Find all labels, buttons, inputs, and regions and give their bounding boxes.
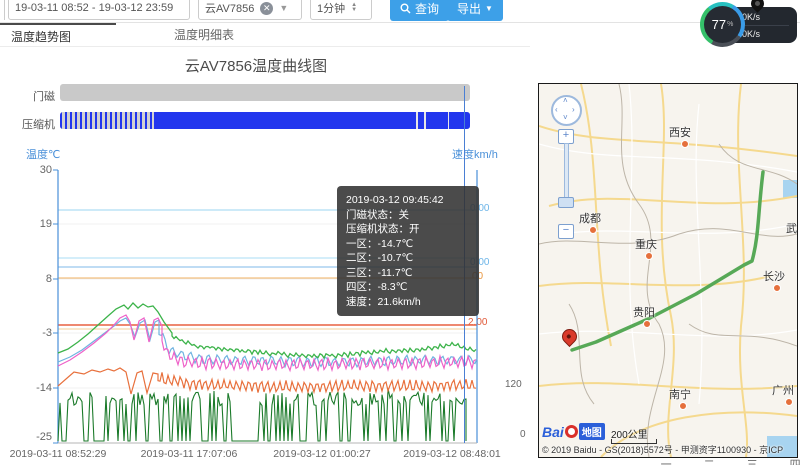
tab-detail-label: 温度明细表 [174, 26, 234, 43]
map-copyright: © 2019 Baidu - GS(2018)5572号 - 甲测资字11009… [542, 443, 798, 456]
chart-legend: 开 关 一区 二区 三区 四区 [562, 456, 800, 465]
tooltip-line: 四区：-8.3℃ [346, 280, 470, 295]
interval-value: 1分钟 [317, 0, 345, 16]
pan-up-icon[interactable]: ˄ [563, 96, 568, 105]
city-dot-icon [643, 320, 651, 328]
city-dot-icon [589, 226, 597, 234]
zoom-slider-handle[interactable] [558, 197, 574, 208]
city-label: 西安 [669, 124, 691, 140]
percent-sign: % [727, 21, 733, 28]
baidu-logo-map-text: 地图 [579, 423, 605, 440]
tooltip-line: 一区：-14.7℃ [346, 237, 470, 252]
zoom-out-button[interactable]: − [558, 224, 574, 239]
legend-item[interactable]: 三区 [734, 456, 761, 465]
tab-detail-table[interactable]: 温度明细表 [148, 23, 260, 46]
baidu-map[interactable]: 西安 成都 重庆 贵阳 长沙 南宁 广州 武 ˄ ˅ ‹ › + − Bai 地… [538, 83, 798, 458]
series-zone1 [58, 368, 476, 394]
tooltip-line: 三区：-11.7℃ [346, 266, 470, 281]
city-label: 广州 [772, 382, 794, 398]
pan-left-icon[interactable]: ‹ [555, 105, 558, 114]
caret-down-icon: ▼ [485, 4, 493, 13]
city-label: 贵阳 [633, 304, 655, 320]
city-label: 南宁 [669, 386, 691, 402]
baidu-paw-icon [565, 425, 578, 438]
city-label: 长沙 [763, 268, 785, 284]
export-label: 导出 [457, 0, 481, 17]
query-label: 查询 [415, 0, 439, 17]
city-dot-icon [681, 140, 689, 148]
gauge-percent: 77 [712, 17, 726, 32]
export-button[interactable]: 导出 ▼ [447, 0, 503, 21]
legend-item[interactable]: 二区 [691, 456, 718, 465]
spinner-icon[interactable]: ▲▼ [351, 3, 357, 13]
city-dot-icon [785, 398, 793, 406]
tab-trend-chart[interactable]: 温度趋势图 [0, 23, 116, 48]
series-speed [58, 388, 466, 441]
pan-right-icon[interactable]: › [572, 105, 575, 114]
tab-trend-label: 温度趋势图 [11, 28, 71, 45]
usage-gauge[interactable]: 77% [700, 2, 745, 47]
series-zone2 [58, 315, 476, 371]
city-label: 重庆 [635, 236, 657, 252]
baidu-logo-text: Bai [542, 424, 564, 440]
map-pan-control[interactable]: ˄ ˅ ‹ › [551, 95, 582, 126]
city-dot-icon [645, 252, 653, 260]
download-speed: 0K/s [742, 29, 760, 39]
city-dot-icon [773, 284, 781, 292]
vehicle-value: 云AV7856 [205, 0, 254, 16]
legend-item[interactable]: 四区 [777, 456, 800, 465]
clear-icon[interactable]: ✕ [260, 2, 273, 15]
chart-tooltip: 2019-03-12 09:45:42 门磁状态：关 压缩机状态：开 一区：-1… [337, 186, 479, 316]
chevron-down-icon[interactable]: ▼ [279, 3, 288, 13]
city-label: 成都 [579, 210, 601, 226]
toolbar-left-divider [4, 0, 5, 20]
search-icon [400, 3, 411, 14]
tooltip-line: 门磁状态：关 [346, 208, 470, 223]
chart-title: 云AV7856温度曲线图 [0, 55, 512, 76]
vehicle-select[interactable]: 云AV7856 ✕ ▼ [198, 0, 302, 20]
legend-item[interactable]: 一区 [648, 456, 675, 465]
city-dot-icon [679, 402, 687, 410]
tooltip-line: 速度：21.6km/h [346, 295, 470, 310]
baidu-logo: Bai 地图 [542, 423, 605, 440]
zoom-slider-track[interactable] [564, 143, 569, 203]
tooltip-time: 2019-03-12 09:45:42 [346, 193, 470, 208]
pan-down-icon[interactable]: ˅ [563, 113, 568, 122]
city-label: 武 [786, 220, 797, 236]
toolbar: 19-03-11 08:52 - 19-03-12 23:59 云AV7856 … [0, 0, 800, 23]
map-canvas [539, 84, 797, 457]
query-button[interactable]: 查询 [390, 0, 449, 21]
zoom-in-button[interactable]: + [558, 129, 574, 144]
tooltip-line: 二区：-10.7℃ [346, 251, 470, 266]
interval-select[interactable]: 1分钟 ▲▼ [310, 0, 372, 20]
tooltip-line: 压缩机状态：开 [346, 222, 470, 237]
date-range-value: 19-03-11 08:52 - 19-03-12 23:59 [15, 2, 173, 14]
date-range-input[interactable]: 19-03-11 08:52 - 19-03-12 23:59 [8, 0, 190, 20]
tabs-divider [0, 46, 530, 47]
